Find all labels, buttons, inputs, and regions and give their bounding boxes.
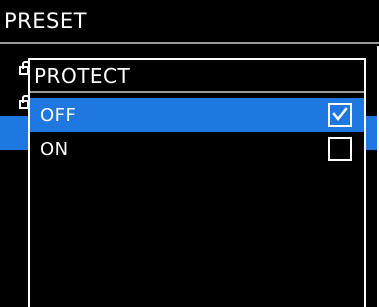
- screen-title: PRESET: [4, 9, 87, 33]
- option-off-checkbox[interactable]: [328, 103, 352, 127]
- dialog-title: PROTECT: [34, 64, 131, 88]
- option-on[interactable]: ON: [30, 132, 364, 166]
- protect-dialog: PROTECT OFF ON: [28, 58, 366, 307]
- option-on-label: ON: [40, 139, 69, 160]
- dialog-header: PROTECT: [30, 60, 364, 93]
- option-on-checkbox[interactable]: [328, 137, 352, 161]
- checkmark-icon: [332, 107, 348, 122]
- option-off[interactable]: OFF: [30, 98, 364, 132]
- option-off-label: OFF: [40, 105, 77, 126]
- title-bar: PRESET: [0, 0, 379, 44]
